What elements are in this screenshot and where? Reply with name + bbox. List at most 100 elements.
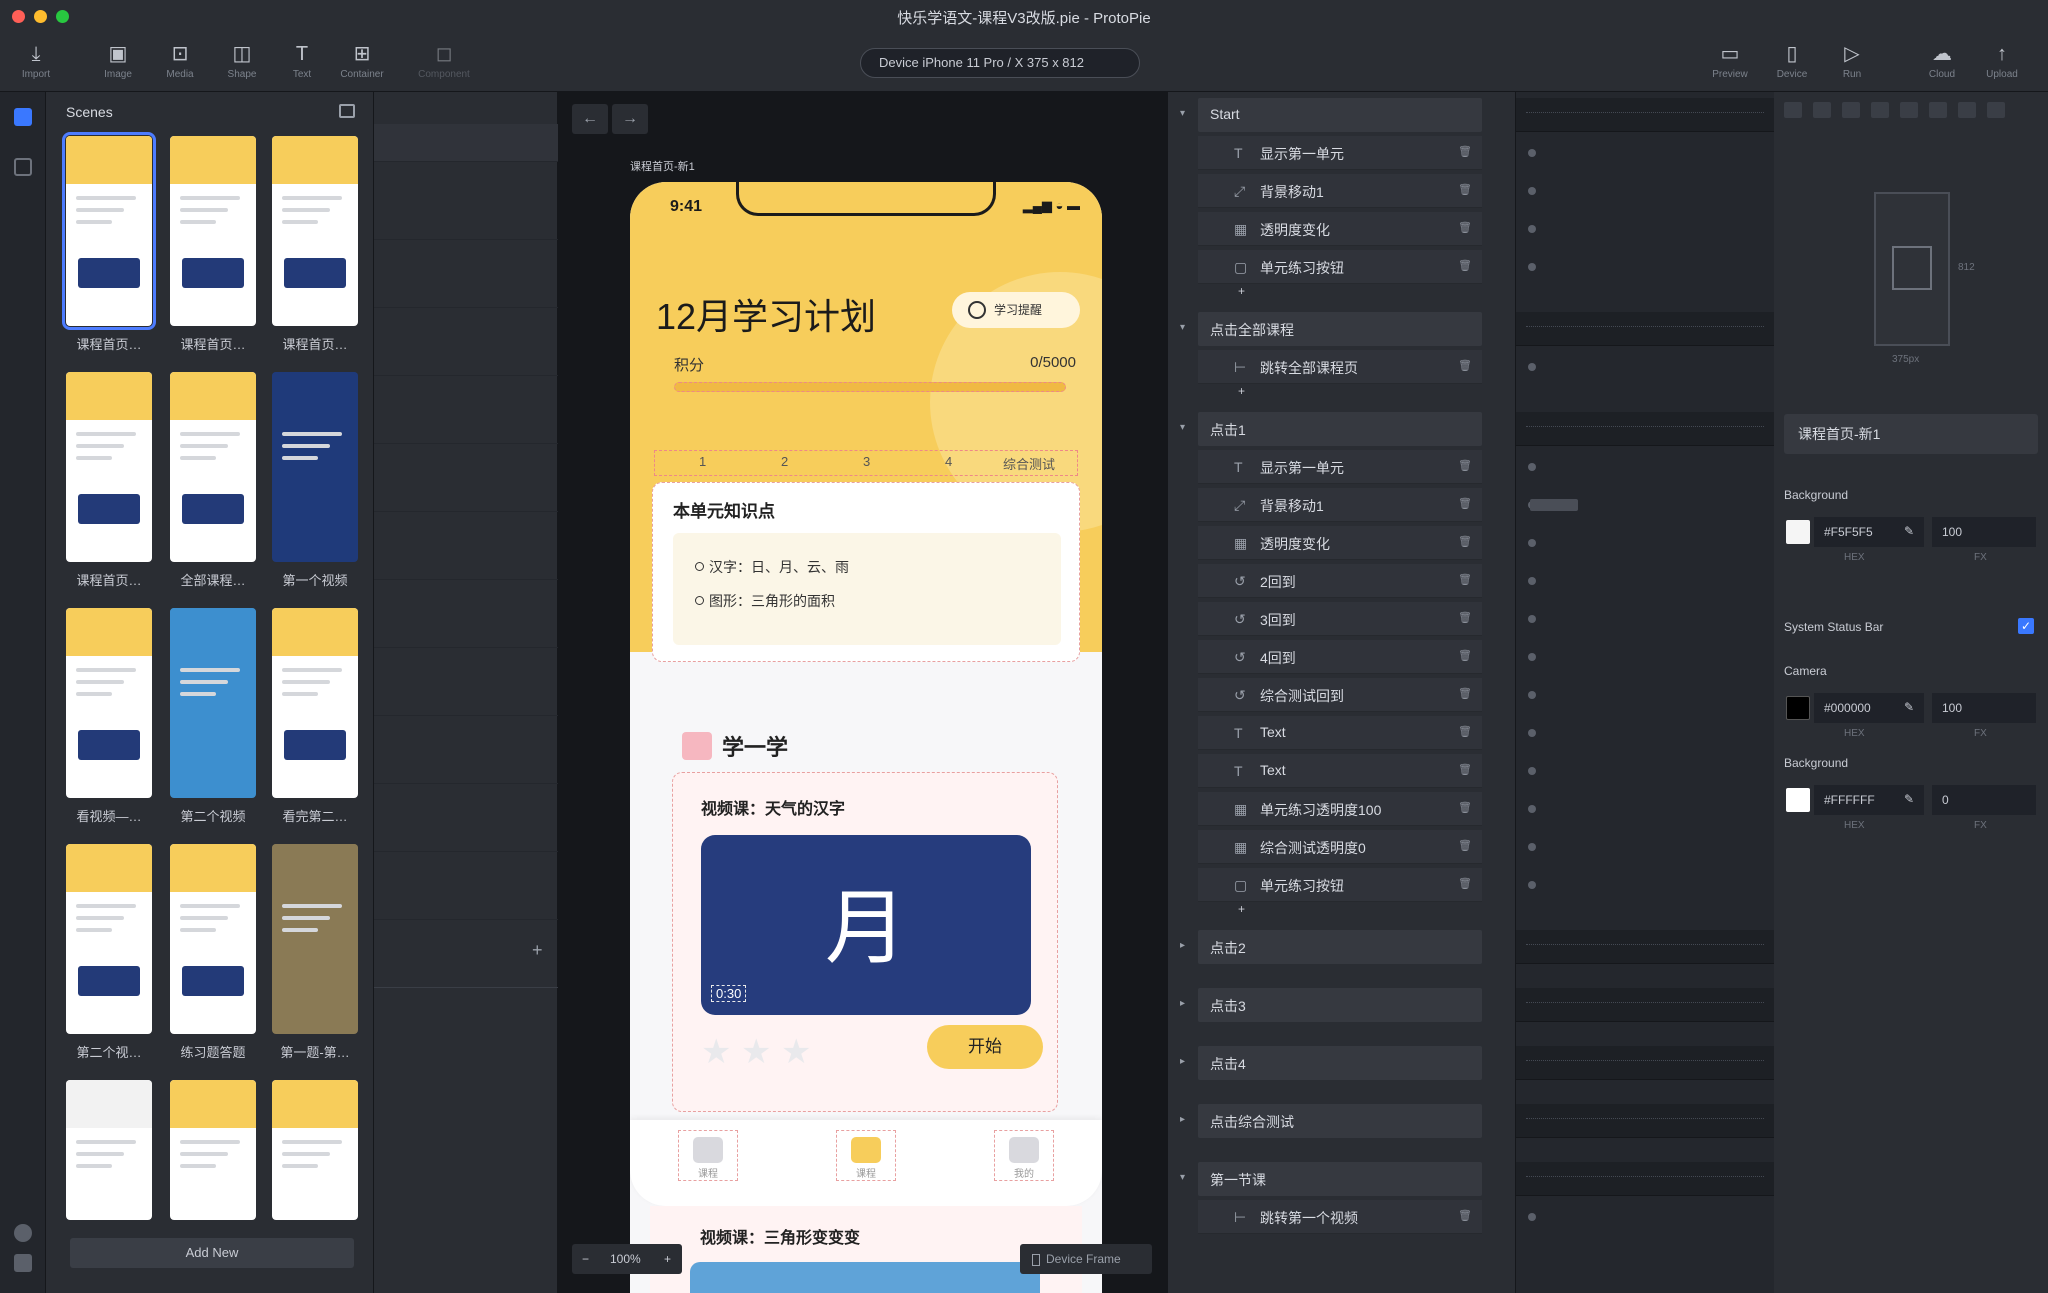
- layer-row[interactable]: [374, 202, 558, 240]
- start-button[interactable]: 开始: [927, 1025, 1043, 1069]
- trash-icon[interactable]: 🗑: [1458, 497, 1472, 511]
- timeline-keyframe[interactable]: [1528, 767, 1536, 775]
- trash-icon[interactable]: 🗑: [1458, 801, 1472, 815]
- layer-row[interactable]: [374, 746, 558, 784]
- timeline-keyframe[interactable]: [1528, 843, 1536, 851]
- reminder-button[interactable]: 学习提醒: [952, 292, 1080, 328]
- response-row[interactable]: ⊢ 跳转全部课程页 🗑: [1198, 350, 1482, 384]
- timeline-keyframe[interactable]: [1528, 653, 1536, 661]
- trigger-row[interactable]: ▸ 点击2: [1180, 930, 1482, 964]
- zoom-window-button[interactable]: [56, 10, 69, 23]
- layer-row[interactable]: [374, 406, 558, 444]
- tab-mine[interactable]: 我的: [994, 1130, 1054, 1181]
- timeline-keyframe[interactable]: [1528, 729, 1536, 737]
- trash-icon[interactable]: 🗑: [1458, 649, 1472, 663]
- trash-icon[interactable]: 🗑: [1458, 573, 1472, 587]
- forward-button[interactable]: →: [612, 104, 648, 134]
- add-response-button[interactable]: +: [1198, 902, 1482, 922]
- add-response-button[interactable]: +: [1198, 284, 1482, 304]
- scene-name-field[interactable]: 课程首页-新1: [1784, 414, 2038, 454]
- device-frame-toggle[interactable]: Device Frame: [1020, 1244, 1152, 1274]
- back-button[interactable]: ←: [572, 104, 608, 134]
- layer-row[interactable]: [374, 124, 558, 162]
- step-test[interactable]: 综合测试: [1003, 454, 1055, 473]
- container-button[interactable]: ⊞ Container: [332, 42, 392, 80]
- scene-thumbnail[interactable]: [170, 136, 256, 326]
- trash-icon[interactable]: 🗑: [1458, 839, 1472, 853]
- device-select[interactable]: Device iPhone 11 Pro / X 375 x 812: [860, 48, 1140, 78]
- timeline-duration-bar[interactable]: [1530, 499, 1578, 511]
- scene-thumbnail[interactable]: [272, 1080, 358, 1220]
- scene-thumbnail[interactable]: [272, 608, 358, 798]
- timeline-keyframe[interactable]: [1528, 263, 1536, 271]
- zoom-in-icon[interactable]: +: [664, 1244, 671, 1274]
- run-button[interactable]: ▷ Run: [1822, 42, 1882, 80]
- align-left-icon[interactable]: [1784, 102, 1802, 118]
- layer-row[interactable]: [374, 678, 558, 716]
- timeline-keyframe[interactable]: [1528, 615, 1536, 623]
- layer-row[interactable]: [374, 338, 558, 376]
- scene-thumbnail[interactable]: [66, 608, 152, 798]
- background-opacity-input[interactable]: 100: [1932, 517, 2036, 547]
- status-bar-checkbox[interactable]: ✓: [2018, 618, 2034, 634]
- panel-toggle-icon[interactable]: [339, 104, 355, 118]
- scene-thumbnail[interactable]: [170, 844, 256, 1034]
- scene-thumbnail[interactable]: [62, 132, 156, 330]
- eyedropper-icon[interactable]: ✎: [1904, 524, 1920, 540]
- align-middle-icon[interactable]: [1900, 102, 1918, 118]
- image-button[interactable]: ▣ Image: [88, 42, 148, 80]
- import-button[interactable]: ⤓ Import: [6, 42, 66, 80]
- zoom-control[interactable]: − 100% +: [572, 1244, 682, 1274]
- layer-row[interactable]: [374, 610, 558, 648]
- minimize-window-button[interactable]: [34, 10, 47, 23]
- scene-thumbnail[interactable]: [170, 1080, 256, 1220]
- timeline-keyframe[interactable]: [1528, 363, 1536, 371]
- trash-icon[interactable]: 🗑: [1458, 259, 1472, 273]
- scene-thumbnail[interactable]: [272, 372, 358, 562]
- background-swatch[interactable]: [1786, 520, 1810, 544]
- layer-row[interactable]: [374, 474, 558, 512]
- trash-icon[interactable]: 🗑: [1458, 535, 1472, 549]
- trash-icon[interactable]: 🗑: [1458, 459, 1472, 473]
- chevron-right-icon[interactable]: ▸: [1180, 1056, 1185, 1067]
- response-row[interactable]: T Text 🗑: [1198, 716, 1482, 750]
- trash-icon[interactable]: 🗑: [1458, 183, 1472, 197]
- timeline-keyframe[interactable]: [1528, 881, 1536, 889]
- phone-frame[interactable]: 9:41 ▂▄▆ ◒ ▬ 12月学习计划 学习提醒 积分 0/5000 1 2 …: [630, 182, 1102, 1293]
- trash-icon[interactable]: 🗑: [1458, 877, 1472, 891]
- scene-thumbnail[interactable]: [66, 844, 152, 1034]
- step-3[interactable]: 3: [863, 454, 870, 469]
- trigger-row[interactable]: ▾ 第一节课: [1180, 1162, 1482, 1196]
- response-row[interactable]: T Text 🗑: [1198, 754, 1482, 788]
- settings-icon[interactable]: [14, 1254, 32, 1272]
- add-layer-icon[interactable]: +: [532, 940, 543, 961]
- align-bottom-icon[interactable]: [1929, 102, 1947, 118]
- shape-button[interactable]: ◫ Shape: [212, 42, 272, 80]
- chevron-right-icon[interactable]: ▸: [1180, 940, 1185, 951]
- response-row[interactable]: ▦ 透明度变化 🗑: [1198, 212, 1482, 246]
- timeline-keyframe[interactable]: [1528, 539, 1536, 547]
- timeline-keyframe[interactable]: [1528, 577, 1536, 585]
- scene-thumbnail[interactable]: [170, 372, 256, 562]
- response-row[interactable]: ↺ 综合测试回到 🗑: [1198, 678, 1482, 712]
- camera-opacity-input[interactable]: 100: [1932, 693, 2036, 723]
- zoom-out-icon[interactable]: −: [582, 1244, 589, 1274]
- add-new-scene-button[interactable]: Add New: [70, 1238, 354, 1268]
- background2-swatch[interactable]: [1786, 788, 1810, 812]
- layer-row[interactable]: [374, 542, 558, 580]
- trash-icon[interactable]: 🗑: [1458, 687, 1472, 701]
- response-row[interactable]: ▦ 单元练习透明度100 🗑: [1198, 792, 1482, 826]
- cloud-button[interactable]: ☁ Cloud: [1912, 42, 1972, 80]
- timeline-keyframe[interactable]: [1528, 463, 1536, 471]
- response-row[interactable]: ▦ 透明度变化 🗑: [1198, 526, 1482, 560]
- trigger-row[interactable]: ▾ 点击1: [1180, 412, 1482, 446]
- response-row[interactable]: ↺ 3回到 🗑: [1198, 602, 1482, 636]
- step-4[interactable]: 4: [945, 454, 952, 469]
- trigger-row[interactable]: ▾ 点击全部课程: [1180, 312, 1482, 346]
- timeline-keyframe[interactable]: [1528, 149, 1536, 157]
- timeline-keyframe[interactable]: [1528, 225, 1536, 233]
- background2-opacity-input[interactable]: 0: [1932, 785, 2036, 815]
- trash-icon[interactable]: 🗑: [1458, 1209, 1472, 1223]
- response-row[interactable]: ⤢ 背景移动1 🗑: [1198, 174, 1482, 208]
- response-row[interactable]: ▢ 单元练习按钮 🗑: [1198, 250, 1482, 284]
